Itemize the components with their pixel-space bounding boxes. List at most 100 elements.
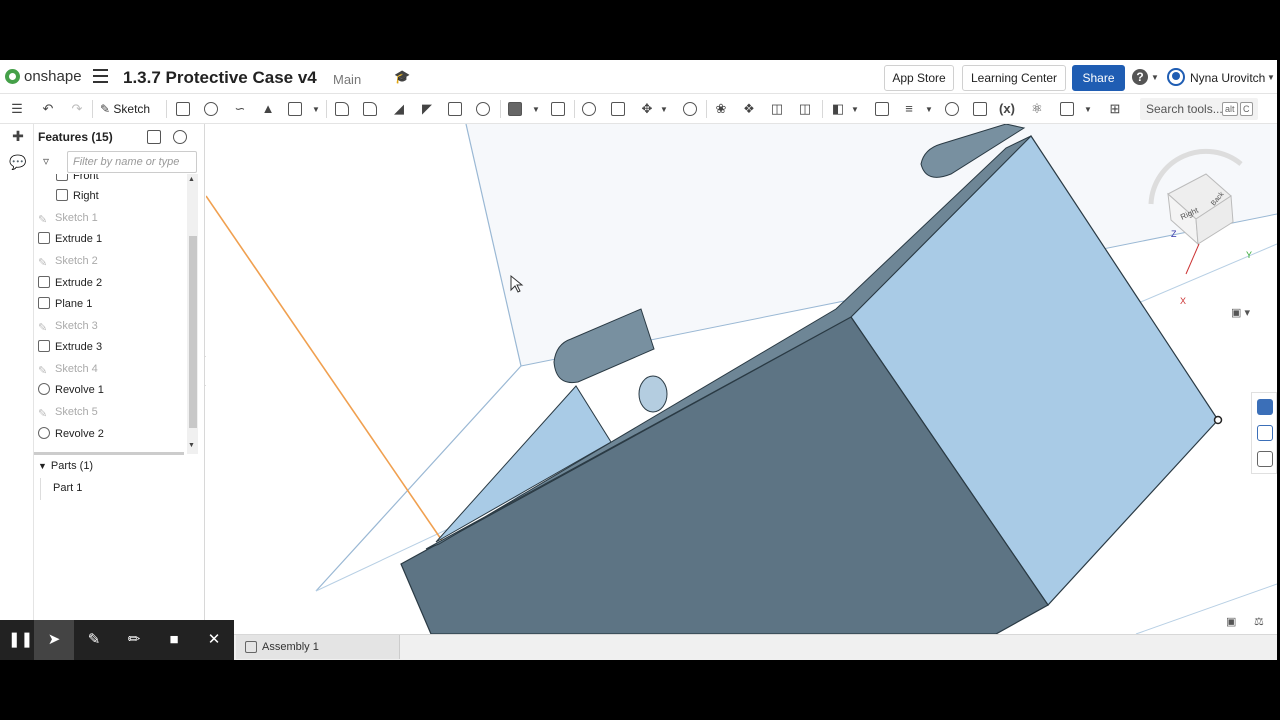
transform-icon[interactable]: ✥ [638,100,656,118]
feature-item[interactable]: Front [56,174,99,186]
render-mode-icon[interactable] [1257,451,1273,467]
comments-icon[interactable]: 💬 [9,154,27,172]
feature-list-icon[interactable]: ☰ [8,100,26,118]
extrude-icon [38,276,50,288]
add-folder-icon[interactable] [147,130,161,144]
extrude-icon[interactable] [176,102,190,116]
rib-icon[interactable]: ◤ [418,100,436,118]
feature-item[interactable]: Extrude 3 [38,337,102,357]
help-menu-chevron-icon[interactable]: ▼ [1151,73,1159,82]
parts-section-header[interactable]: ▼ Parts (1) [38,460,93,472]
measure-icon[interactable]: ▣ [1226,615,1242,629]
hole-icon[interactable] [476,102,490,116]
feature-item[interactable]: ✎ Sketch 2 [38,251,98,271]
shell-icon[interactable] [448,102,462,116]
share-button[interactable]: Share [1072,65,1125,91]
undo-icon[interactable]: ↶ [39,100,57,118]
user-menu-chevron-icon[interactable]: ▼ [1267,73,1275,82]
chevron-down-icon[interactable]: ▼ [312,105,320,114]
app-store-button[interactable]: App Store [884,65,954,91]
chevron-down-icon[interactable]: ▼ [532,105,540,114]
delete-face-icon[interactable]: ❖ [740,100,758,118]
search-tools-input[interactable]: Search tools... alt C [1140,98,1258,120]
feature-item[interactable]: Revolve 2 [38,424,104,444]
insert-feature-icon[interactable]: ✚ [9,128,27,146]
revolve-icon[interactable] [204,102,218,116]
feature-item[interactable]: ✎ Sketch 4 [38,359,98,379]
replace-face-icon[interactable]: ◫ [796,100,814,118]
chevron-down-icon[interactable]: ▼ [925,105,933,114]
panel-divider[interactable] [34,452,184,455]
filter-funnel-icon: ▿ [43,154,50,168]
redo-icon[interactable]: ↷ [68,100,86,118]
scroll-up-icon[interactable]: ▲ [188,176,195,183]
helix-icon[interactable] [945,102,959,116]
move-face-icon[interactable]: ◫ [768,100,786,118]
sketch-button[interactable]: ✎ Sketch [100,100,150,118]
split-icon[interactable] [611,102,625,116]
document-title[interactable]: 1.3.7 Protective Case v4 [123,68,317,88]
pen-icon[interactable]: ✎ [84,630,104,650]
model-canvas[interactable]: Right Back X Y Z [206,124,1277,634]
tab-assembly-1[interactable]: Assembly 1 [236,635,400,659]
highlighter-icon[interactable]: ✏ [124,630,144,650]
rollback-timer-icon[interactable] [173,130,187,144]
plane-icon [38,297,50,309]
custom-features-icon[interactable] [1060,102,1074,116]
learning-center-button[interactable]: Learning Center [962,65,1066,91]
feature-item[interactable]: ✎ Sketch 3 [38,316,98,336]
pattern-icon[interactable] [508,102,522,116]
delete-part-icon[interactable] [683,102,697,116]
offset-surface-icon[interactable]: ◧ [829,100,847,118]
mirror-icon[interactable] [551,102,565,116]
chamfer-icon[interactable] [363,102,377,116]
chevron-down-icon[interactable]: ▼ [851,105,859,114]
graduation-cap-icon[interactable]: 🎓 [394,69,410,85]
plane-icon[interactable] [875,102,889,116]
user-avatar-icon[interactable] [1167,68,1185,86]
feature-item[interactable]: ✎ Sketch 1 [38,208,98,228]
modify-fillet-icon[interactable]: ❀ [712,100,730,118]
feature-item[interactable]: Revolve 1 [38,380,104,400]
section-view-icon[interactable] [1257,425,1273,441]
close-icon[interactable]: ✕ [204,630,224,650]
part-item[interactable]: Part 1 [53,482,82,494]
hamburger-menu-icon[interactable] [93,69,108,83]
branch-name[interactable]: Main [333,72,361,87]
mate-connector-icon[interactable]: ≡ [900,100,918,118]
camera-icon[interactable]: ■ [164,630,184,650]
vertex-point[interactable] [1213,415,1223,425]
variable-icon[interactable]: (x) [998,100,1016,118]
user-name[interactable]: Nyna Urovitch [1190,71,1265,85]
loft-icon[interactable]: ▲ [259,100,277,118]
feature-item[interactable]: Plane 1 [38,294,92,314]
appearance-icon[interactable] [1257,399,1273,415]
feature-item[interactable]: Extrude 1 [38,229,102,249]
mass-properties-icon[interactable]: ⚖ [1254,615,1270,629]
feature-list-scrollbar[interactable]: ▲ ▼ [187,174,198,454]
fillet-icon[interactable] [335,102,349,116]
chevron-down-icon[interactable]: ▼ [660,105,668,114]
add-custom-feature-icon[interactable]: ⊞ [1106,100,1124,118]
3d-viewport[interactable]: Right Back X Y Z ▣ ▾ [206,124,1277,634]
chevron-down-icon[interactable]: ▼ [1084,105,1092,114]
scroll-down-icon[interactable]: ▼ [188,442,195,449]
help-icon[interactable]: ? [1132,69,1148,85]
shortcut-key-c: C [1240,102,1253,116]
feature-item[interactable]: Extrude 2 [38,273,102,293]
scrollbar-thumb[interactable] [189,236,197,428]
onshape-logo[interactable]: onshape [5,68,82,85]
onshape-logo-icon [5,69,20,84]
pause-icon[interactable]: ❚❚ [8,630,33,650]
feature-item[interactable]: ✎ Sketch 5 [38,402,98,422]
feature-filter-input[interactable]: Filter by name or type [67,151,197,173]
boolean-icon[interactable] [582,102,596,116]
sheet-metal-icon[interactable] [973,102,987,116]
sweep-icon[interactable]: ∽ [231,100,249,118]
thicken-icon[interactable] [288,102,302,116]
view-cube-menu-icon[interactable]: ▣ ▾ [1231,306,1250,319]
pointer-icon[interactable]: ➤ [44,630,64,650]
draft-icon[interactable]: ◢ [390,100,408,118]
feature-item[interactable]: Right [56,186,99,206]
frame-icon[interactable]: ⚛ [1028,100,1046,118]
